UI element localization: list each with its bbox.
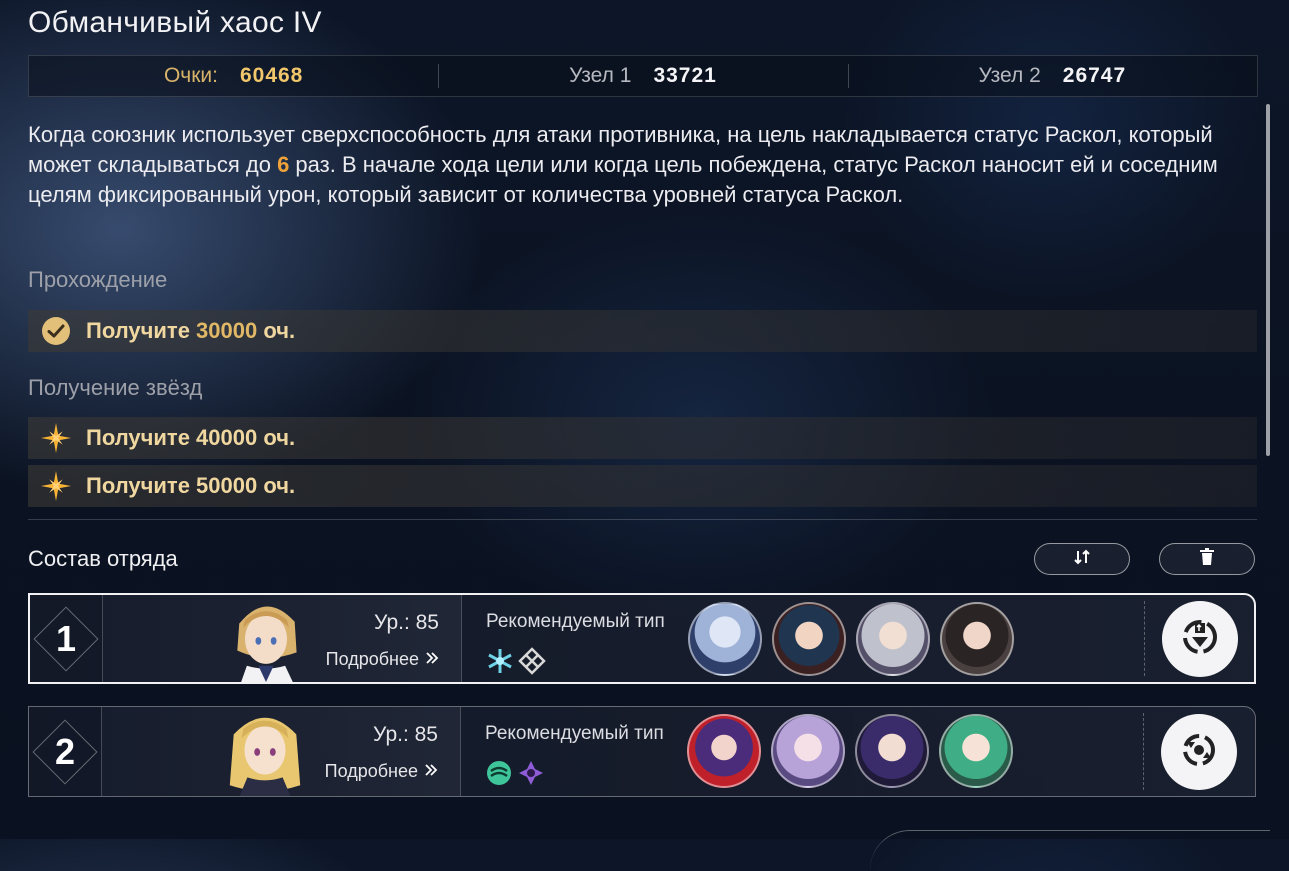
card-separator	[1144, 601, 1145, 676]
avatar-3[interactable]	[856, 602, 930, 676]
ice-type-icon	[486, 647, 514, 680]
swap-icon	[1073, 548, 1091, 571]
total-score: Очки: 60468	[29, 56, 438, 96]
swap-teams-button[interactable]	[1034, 543, 1130, 575]
leader-portrait	[237, 606, 297, 682]
page-title: Обманчивый хаос IV	[28, 6, 322, 39]
star-icon	[40, 422, 72, 454]
star-condition-2: Получите 50000 оч.	[28, 465, 1257, 507]
completion-condition-text: Получите 30000 оч.	[86, 318, 295, 344]
recommended-types	[486, 647, 546, 680]
details-link[interactable]: Подробнее	[325, 761, 438, 782]
team-level: Ур.: 85	[373, 723, 438, 746]
trash-icon	[1199, 547, 1215, 571]
node2-value: 26747	[1062, 64, 1127, 87]
star-icon	[40, 470, 72, 502]
node2-score: Узел 2 26747	[847, 56, 1257, 96]
imaginary-type-icon	[518, 647, 546, 680]
bottom-panel-edge	[870, 830, 1270, 871]
avatar-6[interactable]	[771, 714, 845, 788]
wind-type-icon	[485, 759, 513, 792]
team-card-1[interactable]: 1 Ур.: 85 Подробнее Рекомендуемый тип	[28, 593, 1256, 684]
node1-score: Узел 1 33721	[438, 56, 847, 96]
team-action-icon	[1177, 728, 1221, 777]
team-action-button[interactable]	[1161, 714, 1237, 790]
condition-suffix: оч.	[257, 318, 296, 343]
condition-prefix: Получите	[86, 425, 197, 450]
points-value: 60468	[239, 64, 304, 87]
team-card-2[interactable]: 2 Ур.: 85 Подробнее Рекомендуемый тип	[28, 706, 1256, 797]
card-separator	[1143, 713, 1144, 790]
details-label: Подробнее	[324, 761, 418, 781]
quantum-type-icon	[517, 759, 545, 792]
check-circle-icon	[40, 315, 72, 347]
team-avatars	[687, 714, 1013, 788]
team-avatars	[688, 602, 1014, 676]
details-link[interactable]: Подробнее	[326, 649, 439, 670]
team-number: 1	[55, 617, 77, 659]
stage-description: Когда союзник использует сверхспособност…	[28, 120, 1238, 210]
team-level: Ур.: 85	[374, 611, 439, 634]
avatar-1[interactable]	[688, 602, 762, 676]
completion-condition: Получите 30000 оч.	[28, 310, 1257, 352]
star-condition-2-text: Получите 50000 оч.	[86, 473, 295, 499]
condition-prefix: Получите	[86, 318, 197, 343]
avatar-8[interactable]	[939, 714, 1013, 788]
section-divider	[28, 519, 1257, 520]
stars-label: Получение звёзд	[28, 375, 203, 400]
details-label: Подробнее	[325, 649, 419, 669]
avatar-5[interactable]	[687, 714, 761, 788]
score-bar: Очки: 60468 Узел 1 33721 Узел 2 26747	[28, 55, 1258, 97]
condition-prefix: Получите	[86, 473, 197, 498]
recommended-types	[485, 759, 545, 792]
chevron-right-icon	[424, 761, 438, 782]
condition-points: 30000	[196, 318, 258, 343]
team-action-button[interactable]	[1162, 601, 1238, 677]
node1-value: 33721	[653, 64, 717, 87]
team-action-icon	[1178, 615, 1222, 664]
clear-teams-button[interactable]	[1159, 543, 1255, 575]
recommended-type-label: Рекомендуемый тип	[485, 723, 664, 744]
avatar-7[interactable]	[855, 714, 929, 788]
description-scrollbar[interactable]	[1266, 104, 1270, 456]
team-title: Состав отряда	[28, 546, 178, 571]
star-condition-1-text: Получите 40000 оч.	[86, 425, 295, 451]
completion-label: Прохождение	[28, 267, 168, 292]
description-highlight: 6	[277, 152, 290, 177]
chevron-right-icon	[425, 649, 439, 670]
node2-label: Узел 2	[978, 64, 1041, 87]
condition-suffix: оч.	[257, 473, 296, 498]
node1-label: Узел 1	[569, 64, 632, 87]
condition-points: 50000	[196, 473, 258, 498]
recommended-type-label: Рекомендуемый тип	[486, 611, 665, 632]
leader-area[interactable]: Ур.: 85 Подробнее	[103, 595, 462, 682]
condition-points: 40000	[196, 425, 258, 450]
avatar-2[interactable]	[772, 602, 846, 676]
leader-area[interactable]: Ур.: 85 Подробнее	[102, 707, 461, 796]
team-number-box: 1	[30, 595, 103, 682]
star-condition-1: Получите 40000 оч.	[28, 417, 1257, 459]
points-label: Очки:	[163, 64, 218, 87]
team-number: 2	[54, 730, 76, 772]
avatar-4[interactable]	[940, 602, 1014, 676]
leader-portrait	[229, 717, 301, 796]
condition-suffix: оч.	[257, 425, 296, 450]
team-number-box: 2	[29, 707, 102, 796]
